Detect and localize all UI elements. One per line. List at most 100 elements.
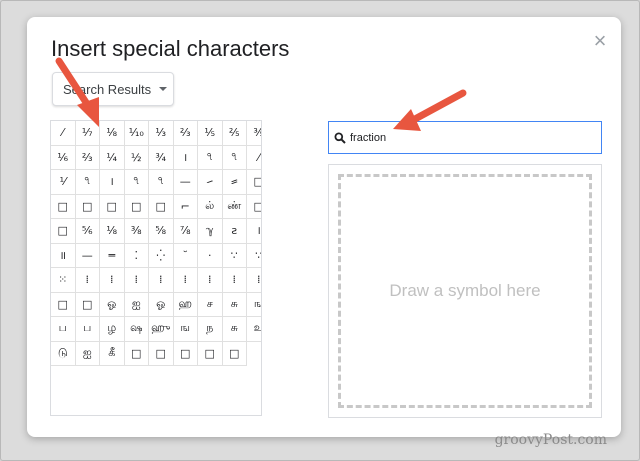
character-cell[interactable]: ॥ xyxy=(51,243,76,268)
character-cell[interactable]: ப xyxy=(75,317,100,342)
character-cell[interactable]: □ xyxy=(247,170,261,195)
character-cell[interactable]: ৭ xyxy=(75,170,100,195)
character-cell[interactable]: ⁄ xyxy=(247,146,261,170)
character-cell[interactable]: ¾ xyxy=(149,145,174,170)
character-cell[interactable]: □ xyxy=(75,194,100,219)
draw-area[interactable]: Draw a symbol here xyxy=(328,164,602,418)
character-cell[interactable]: உ xyxy=(247,317,261,342)
character-cell[interactable]: ஙு xyxy=(247,293,261,317)
character-cell[interactable]: □ xyxy=(75,292,100,317)
character-cell[interactable]: □ xyxy=(100,194,125,219)
character-cell[interactable]: । xyxy=(247,219,261,244)
character-cell[interactable]: — xyxy=(75,243,100,268)
character-cell[interactable]: ண் xyxy=(222,194,247,219)
character-cell[interactable]: □ xyxy=(149,341,174,366)
draw-area-canvas[interactable]: Draw a symbol here xyxy=(338,174,592,408)
dialog-title: Insert special characters xyxy=(51,36,290,61)
character-cell[interactable]: □ xyxy=(222,341,247,366)
character-cell[interactable]: சு xyxy=(222,292,247,317)
character-cell[interactable]: ⅝ xyxy=(149,219,174,244)
character-cell[interactable]: ⁞ xyxy=(222,268,247,293)
character-cell[interactable]: ½ xyxy=(124,145,149,170)
character-cell[interactable]: ⌐ xyxy=(173,194,198,219)
character-cell[interactable]: ⅔ xyxy=(75,145,100,170)
character-cell[interactable]: ப xyxy=(51,317,76,342)
character-cell[interactable]: ஓ xyxy=(149,292,174,317)
character-cell[interactable]: ⁞ xyxy=(247,268,261,293)
character-cell[interactable]: ⅖ xyxy=(222,121,247,146)
character-cell[interactable]: · xyxy=(198,243,223,268)
character-cell[interactable]: ∵ xyxy=(222,243,247,268)
character-cell[interactable]: ⅛ xyxy=(100,121,125,146)
character-cell[interactable]: □ xyxy=(124,341,149,366)
character-cell[interactable]: ஹு xyxy=(149,317,174,342)
character-cell[interactable]: □ xyxy=(149,194,174,219)
character-cell[interactable]: ஓ xyxy=(100,292,125,317)
character-cell[interactable]: ⅐ xyxy=(75,121,100,146)
character-cell[interactable]: ⅒ xyxy=(124,121,149,146)
character-cell[interactable]: ழ xyxy=(100,317,125,342)
character-cell[interactable]: ⅗ xyxy=(247,121,261,146)
character-cell[interactable]: ৭ xyxy=(198,145,223,170)
character-cell[interactable]: ¼ xyxy=(100,145,125,170)
draw-area-placeholder: Draw a symbol here xyxy=(389,281,541,300)
watermark: groovyPost.com xyxy=(494,432,607,448)
character-cell[interactable]: ⅔ xyxy=(173,121,198,146)
close-icon[interactable]: × xyxy=(592,30,608,52)
character-cell[interactable]: சு xyxy=(222,317,247,342)
character-cell[interactable]: ஹ xyxy=(173,292,198,317)
character-cell[interactable]: ℽ xyxy=(198,219,223,244)
character-cell[interactable]: □ xyxy=(51,219,76,244)
character-cell[interactable]: ⁙ xyxy=(51,268,76,293)
character-cell[interactable]: ∵ xyxy=(247,244,261,268)
character-cell[interactable]: ⁞ xyxy=(100,268,125,293)
character-cell[interactable]: । xyxy=(100,170,125,195)
character-cell[interactable]: □ xyxy=(198,341,223,366)
character-cell[interactable]: ந xyxy=(198,317,223,342)
character-cell[interactable]: ⅕ xyxy=(198,121,223,146)
character-cell[interactable]: □ xyxy=(247,195,261,219)
character-cell[interactable]: ஷ xyxy=(124,317,149,342)
character-cell[interactable]: ƨ xyxy=(222,219,247,244)
character-cell[interactable]: ⅜ xyxy=(124,219,149,244)
character-cell[interactable]: ⁄ xyxy=(51,121,76,146)
character-cell[interactable]: ஐ xyxy=(75,341,100,366)
character-cell[interactable]: ꠳ xyxy=(198,170,223,195)
character-cell[interactable]: ⅛ xyxy=(100,219,125,244)
character-cell[interactable]: ⅚ xyxy=(75,219,100,244)
character-cell[interactable]: □ xyxy=(173,341,198,366)
search-field[interactable] xyxy=(328,121,602,154)
character-cell[interactable]: ৭ xyxy=(222,145,247,170)
character-cell[interactable]: டு xyxy=(51,341,76,366)
screen-background: Insert special characters × Search Resul… xyxy=(0,0,640,461)
character-cell[interactable]: ⁞ xyxy=(75,268,100,293)
character-cell[interactable]: ꠴ xyxy=(222,170,247,195)
character-cell[interactable]: ச xyxy=(198,292,223,317)
character-cell[interactable]: ⅙ xyxy=(51,145,76,170)
category-dropdown-label: Search Results xyxy=(63,81,152,97)
character-cell[interactable]: ═ xyxy=(100,243,125,268)
character-cell[interactable]: ⁞ xyxy=(198,268,223,293)
character-cell[interactable]: ⁞ xyxy=(173,268,198,293)
character-cell[interactable]: கீ xyxy=(100,341,125,366)
character-cell[interactable]: — xyxy=(173,170,198,195)
character-cell[interactable]: ⁛ xyxy=(149,243,174,268)
character-cell[interactable]: □ xyxy=(51,292,76,317)
character-cell[interactable]: □ xyxy=(124,194,149,219)
category-dropdown[interactable]: Search Results xyxy=(52,72,174,106)
character-cell[interactable]: ⁞ xyxy=(124,268,149,293)
character-cell[interactable]: ৭ xyxy=(124,170,149,195)
character-cell[interactable]: □ xyxy=(51,194,76,219)
character-cell[interactable]: ˘ xyxy=(173,243,198,268)
character-cell[interactable]: । xyxy=(173,145,198,170)
character-cell[interactable]: ங xyxy=(173,317,198,342)
character-cell[interactable]: ⅟ xyxy=(51,170,76,195)
character-cell[interactable]: ৭ xyxy=(149,170,174,195)
character-cell[interactable]: ⁚ xyxy=(124,243,149,268)
character-cell[interactable]: ⁞ xyxy=(149,268,174,293)
character-cell[interactable]: ⅞ xyxy=(173,219,198,244)
character-cell[interactable]: ஐ xyxy=(124,292,149,317)
search-input[interactable] xyxy=(350,131,580,144)
character-cell[interactable]: ல் xyxy=(198,194,223,219)
character-cell[interactable]: ⅓ xyxy=(149,121,174,146)
